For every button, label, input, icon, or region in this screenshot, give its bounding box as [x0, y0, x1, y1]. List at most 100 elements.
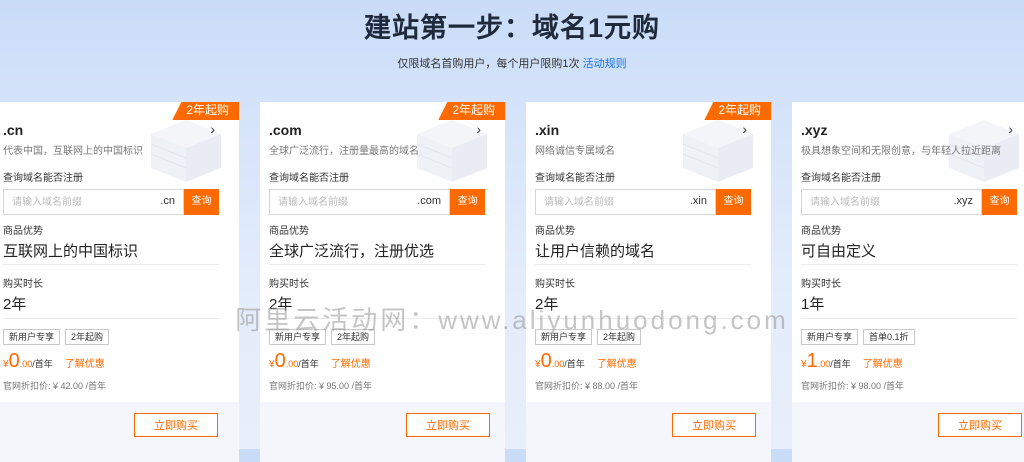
- tag-offer: 2年起购: [597, 329, 642, 345]
- tag-new-user: 新用户专享: [3, 329, 61, 345]
- duration-label: 购买时长: [269, 279, 309, 290]
- price-integer: 1: [806, 350, 818, 372]
- domain-suffix-label: .xin: [689, 195, 707, 207]
- cube-illustration-icon: [682, 120, 753, 182]
- advantage-value: 全球广泛流行，注册优选: [269, 243, 435, 260]
- domain-suffix-label: .com: [417, 195, 441, 207]
- tag-offer: 首单0.1折: [863, 329, 915, 345]
- domain-search-box: .xyz: [801, 189, 982, 215]
- tag-list: 新用户专享 2年起购: [535, 329, 642, 345]
- duration-label: 购买时长: [3, 279, 43, 290]
- domain-prefix-input[interactable]: [802, 190, 950, 214]
- domain-description: 极具想象空间和无限创意，与年轻人拉近距离: [801, 146, 1001, 157]
- price-unit: /首年: [564, 359, 585, 369]
- query-label: 查询域名能否注册: [3, 173, 83, 184]
- tag-list: 新用户专享 2年起购: [3, 329, 110, 345]
- buy-now-button[interactable]: 立即购买: [672, 413, 756, 437]
- page-title: 建站第一步：域名1元购: [363, 13, 661, 43]
- domain-suffix-title: .xyz: [801, 122, 828, 138]
- divider: [3, 264, 219, 265]
- query-label: 查询域名能否注册: [535, 173, 615, 184]
- learn-offer-link[interactable]: 了解优惠: [65, 359, 105, 370]
- chevron-right-icon[interactable]: ›: [1008, 121, 1013, 137]
- divider: [801, 318, 1017, 319]
- chevron-right-icon[interactable]: ›: [742, 121, 747, 137]
- buy-now-button[interactable]: 立即购买: [938, 413, 1022, 437]
- price-row: ¥0.00/首年 了解优惠: [269, 350, 371, 373]
- query-button[interactable]: 查询: [450, 189, 485, 215]
- original-price: 官网折扣价: ¥ 98.00 /首年: [801, 381, 905, 391]
- tag-new-user: 新用户专享: [801, 329, 859, 345]
- divider: [269, 264, 485, 265]
- domain-suffix-label: .xyz: [953, 195, 973, 207]
- tag-list: 新用户专享 首单0.1折: [801, 329, 915, 345]
- advantage-label: 商品优势: [3, 226, 43, 237]
- duration-value: 2年: [269, 296, 293, 313]
- domain-search-box: .cn: [3, 189, 184, 215]
- advantage-value: 可自由定义: [801, 243, 877, 260]
- domain-card: 2年起购 .cn › 代表中国，互联网上的中国标识 查询域名能否注册 .cn 查…: [0, 102, 239, 462]
- domain-search-box: .com: [269, 189, 450, 215]
- min-purchase-badge: 2年起购: [438, 102, 505, 120]
- domain-description: 代表中国，互联网上的中国标识: [3, 146, 143, 157]
- price-integer: 0: [8, 350, 20, 372]
- query-button[interactable]: 查询: [184, 189, 219, 215]
- divider: [269, 318, 485, 319]
- page-subtitle: 仅限域名首购用户，每个用户限购1次 活动规则: [0, 55, 1024, 71]
- buy-now-button[interactable]: 立即购买: [134, 413, 218, 437]
- original-price: 官网折扣价: ¥ 88.00 /首年: [535, 381, 639, 391]
- duration-value: 2年: [535, 296, 559, 313]
- price-decimal: .00: [551, 359, 565, 369]
- learn-offer-link[interactable]: 了解优惠: [863, 359, 903, 370]
- domain-prefix-input[interactable]: [4, 190, 152, 214]
- tag-list: 新用户专享 2年起购: [269, 329, 376, 345]
- tag-new-user: 新用户专享: [269, 329, 327, 345]
- advantage-label: 商品优势: [801, 226, 841, 237]
- query-button[interactable]: 查询: [982, 189, 1017, 215]
- domain-suffix-title: .com: [269, 122, 302, 138]
- domain-card: 2年起购 .xin › 网络诚信专属域名 查询域名能否注册 .xin 查询 商品…: [526, 102, 771, 462]
- price-integer: 0: [540, 350, 552, 372]
- chevron-right-icon[interactable]: ›: [210, 121, 215, 137]
- divider: [535, 318, 751, 319]
- price-decimal: .00: [19, 359, 33, 369]
- original-price: 官网折扣价: ¥ 95.00 /首年: [269, 381, 373, 391]
- learn-offer-link[interactable]: 了解优惠: [331, 359, 371, 370]
- advantage-value: 让用户信赖的域名: [535, 243, 656, 260]
- divider: [3, 318, 219, 319]
- price-unit: /首年: [32, 359, 53, 369]
- min-purchase-badge: 2年起购: [704, 102, 771, 120]
- domain-card: 2年起购 .com › 全球广泛流行，注册量最高的域名 查询域名能否注册 .co…: [260, 102, 505, 462]
- query-button[interactable]: 查询: [716, 189, 751, 215]
- price-unit: /首年: [830, 359, 851, 369]
- domain-suffix-title: .xin: [535, 122, 560, 138]
- price-row: ¥0.00/首年 了解优惠: [535, 350, 637, 373]
- domain-prefix-input[interactable]: [270, 190, 418, 214]
- learn-offer-link[interactable]: 了解优惠: [597, 359, 637, 370]
- price-unit: /首年: [298, 359, 319, 369]
- cube-illustration-icon: [150, 120, 221, 182]
- price-decimal: .00: [285, 359, 299, 369]
- min-purchase-badge: 2年起购: [172, 102, 239, 120]
- domain-prefix-input[interactable]: [536, 190, 684, 214]
- duration-value: 1年: [801, 296, 825, 313]
- original-price: 官网折扣价: ¥ 42.00 /首年: [3, 381, 107, 391]
- domain-suffix-title: .cn: [3, 122, 24, 138]
- divider: [535, 264, 751, 265]
- price-row: ¥1.00/首年 了解优惠: [801, 350, 903, 373]
- domain-description: 全球广泛流行，注册量最高的域名: [269, 146, 419, 157]
- price-row: ¥0.00/首年 了解优惠: [3, 350, 105, 373]
- advantage-label: 商品优势: [535, 226, 575, 237]
- divider: [801, 264, 1017, 265]
- price-decimal: .00: [817, 359, 831, 369]
- domain-card: .xyz › 极具想象空间和无限创意，与年轻人拉近距离 查询域名能否注册 .xy…: [792, 102, 1024, 462]
- subtitle-text: 仅限域名首购用户，每个用户限购1次: [397, 58, 580, 70]
- tag-offer: 2年起购: [65, 329, 110, 345]
- buy-now-button[interactable]: 立即购买: [406, 413, 490, 437]
- advantage-label: 商品优势: [269, 226, 309, 237]
- domain-description: 网络诚信专属域名: [535, 146, 615, 157]
- chevron-right-icon[interactable]: ›: [476, 121, 481, 137]
- activity-rules-link[interactable]: 活动规则: [583, 58, 627, 70]
- domain-suffix-label: .cn: [160, 195, 175, 207]
- tag-offer: 2年起购: [331, 329, 376, 345]
